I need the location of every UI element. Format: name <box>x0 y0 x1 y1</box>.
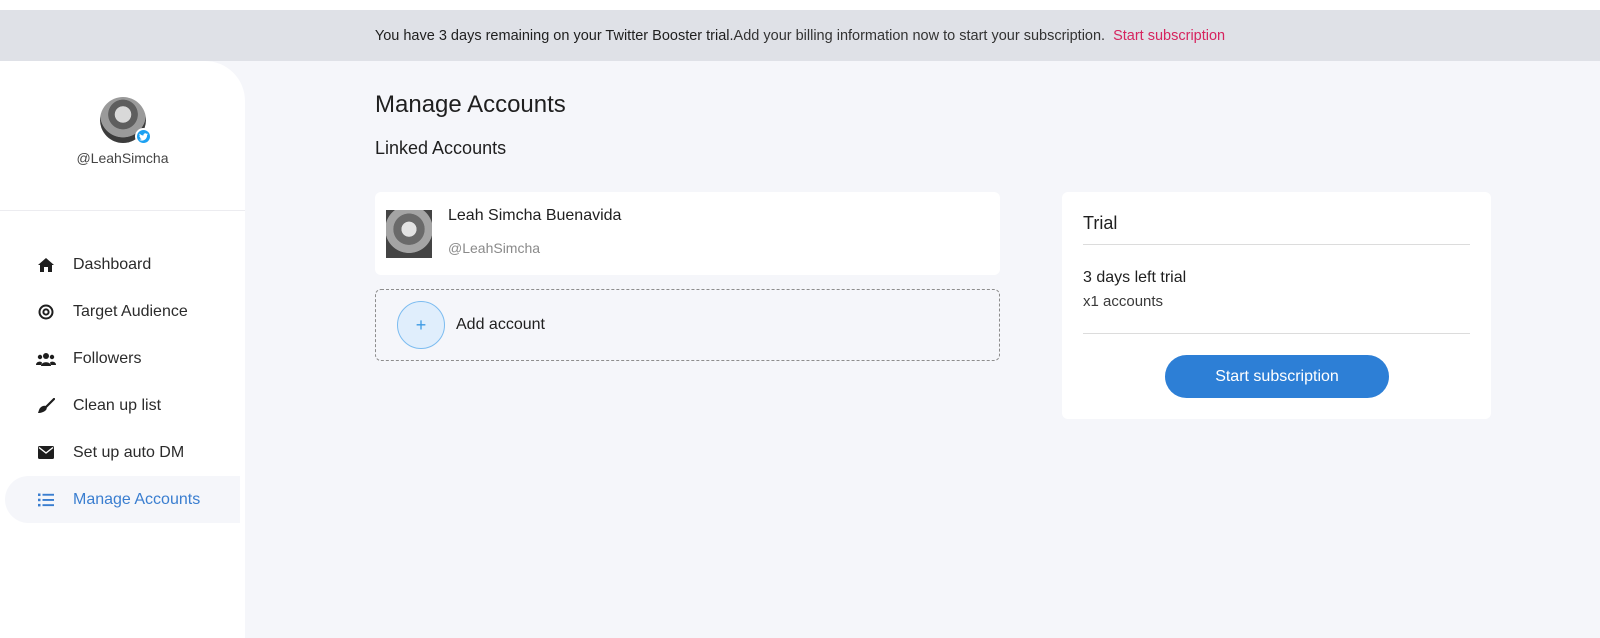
banner-start-subscription-link[interactable]: Start subscription <box>1113 28 1225 44</box>
section-title: Linked Accounts <box>375 138 507 158</box>
banner-message: Add your billing information now to star… <box>733 27 1106 44</box>
start-subscription-button[interactable]: Start subscription <box>1165 355 1389 398</box>
sidebar-nav: Dashboard Target Audience Followers Clea… <box>0 241 245 523</box>
divider <box>1083 333 1470 334</box>
sidebar-item-set-up-auto-dm[interactable]: Set up auto DM <box>0 429 245 476</box>
sidebar-item-label: Target Audience <box>73 302 188 320</box>
profile-block: @LeahSimcha <box>0 61 245 211</box>
linked-account-card[interactable]: Leah Simcha Buenavida @LeahSimcha <box>375 192 1000 275</box>
add-account-label: Add account <box>456 316 545 333</box>
trial-accounts-count: x1 accounts <box>1083 293 1164 310</box>
account-name: Leah Simcha Buenavida <box>448 207 622 224</box>
trial-title: Trial <box>1083 213 1118 233</box>
avatar[interactable] <box>99 97 152 145</box>
sidebar-item-manage-accounts[interactable]: Manage Accounts <box>5 476 240 523</box>
sidebar-item-dashboard[interactable]: Dashboard <box>0 241 245 288</box>
sidebar-item-label: Manage Accounts <box>73 490 201 508</box>
add-account-button[interactable]: + Add account <box>375 289 1000 361</box>
trial-card: Trial 3 days left trial x1 accounts Star… <box>1062 192 1491 419</box>
banner-strong-text: You have 3 days remaining on your Twitte… <box>374 27 734 44</box>
sidebar-item-label: Clean up list <box>73 396 162 414</box>
sidebar-item-label: Set up auto DM <box>73 443 185 461</box>
broom-icon <box>36 397 56 414</box>
sidebar-item-followers[interactable]: Followers <box>0 335 245 382</box>
divider <box>1083 244 1470 245</box>
twitter-icon <box>134 128 152 145</box>
profile-handle: @LeahSimcha <box>76 150 169 166</box>
trial-banner: You have 3 days remaining on your Twitte… <box>0 10 1600 61</box>
trial-days-left: 3 days left trial <box>1083 269 1187 286</box>
sidebar-item-label: Dashboard <box>73 255 152 273</box>
top-strip <box>0 0 1600 10</box>
account-handle: @LeahSimcha <box>448 240 541 256</box>
sidebar: @LeahSimcha Dashboard Target Audience Fo… <box>0 61 245 638</box>
plus-icon: + <box>397 301 445 349</box>
page-title: Manage Accounts <box>375 91 566 118</box>
users-icon <box>36 352 56 366</box>
home-icon <box>36 257 56 273</box>
sidebar-item-label: Followers <box>73 349 142 367</box>
envelope-icon <box>36 446 56 459</box>
list-icon <box>36 493 56 507</box>
target-icon <box>36 304 56 320</box>
sidebar-item-clean-up-list[interactable]: Clean up list <box>0 382 245 429</box>
sidebar-item-target-audience[interactable]: Target Audience <box>0 288 245 335</box>
account-avatar <box>386 210 432 258</box>
